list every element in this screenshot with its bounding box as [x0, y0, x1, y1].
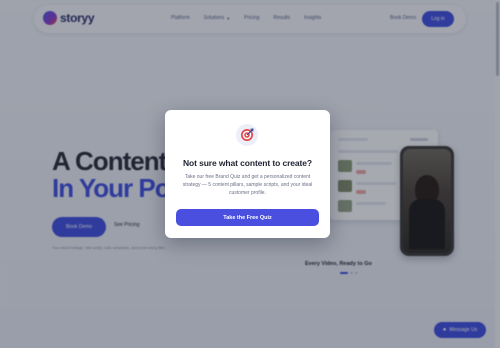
modal-body-text: Take our free Brand Quiz and get a perso… [182, 174, 313, 196]
modal-title: Not sure what content to create? [182, 158, 313, 168]
brand-quiz-modal: Not sure what content to create? Take ou… [165, 110, 330, 238]
take-free-quiz-button[interactable]: Take the Free Quiz [176, 209, 319, 226]
target-icon [236, 124, 258, 146]
